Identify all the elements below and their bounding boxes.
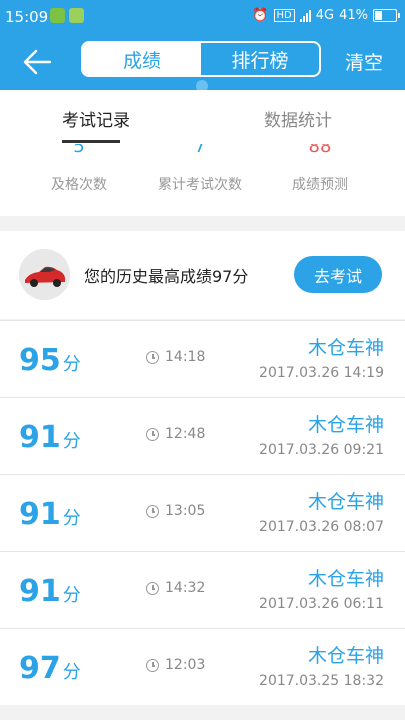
stat-score-prediction: 88 成绩预测	[265, 144, 375, 194]
battery-percent: 41%	[339, 8, 368, 23]
record-name: 木仓车神	[307, 337, 384, 359]
score-value: 91	[19, 420, 61, 455]
app-notification-icon	[50, 8, 65, 23]
stat-pass-count: 5 及格次数	[24, 144, 134, 194]
record-name: 木仓车神	[307, 568, 384, 590]
alarm-icon: ⏰	[252, 8, 269, 23]
record-date: 2017.03.25 18:32	[259, 673, 384, 689]
duration-value: 12:03	[165, 657, 206, 673]
score-unit: 分	[62, 354, 81, 375]
score-unit: 分	[62, 585, 81, 606]
segmented-control: 成绩 排行榜	[81, 41, 321, 77]
record-duration: 14:32	[146, 580, 205, 596]
status-time: 15:09	[5, 8, 49, 26]
duration-value: 14:32	[165, 580, 206, 596]
clear-button[interactable]: 清空	[345, 48, 383, 75]
tab-data-stats[interactable]: 数据统计	[264, 106, 332, 131]
notification-icons	[50, 8, 84, 23]
segment-scores[interactable]: 成绩	[83, 43, 201, 75]
exam-record-list: 95 分 14:18 木仓车神 2017.03.26 14:19 91 分 12:4…	[0, 320, 405, 705]
app-notification-icon	[69, 8, 84, 23]
segment-ranking[interactable]: 排行榜	[201, 43, 319, 75]
stat-total-exams: 7 累计考试次数	[145, 144, 255, 194]
stat-value: 88	[308, 144, 332, 157]
record-name: 木仓车神	[307, 491, 384, 513]
clock-icon	[146, 427, 159, 441]
stat-value: 7	[194, 144, 206, 157]
duration-value: 12:48	[165, 426, 206, 442]
battery-icon	[373, 9, 400, 22]
record-score: 97 分	[19, 651, 81, 686]
take-exam-button[interactable]: 去考试	[294, 256, 382, 293]
score-unit: 分	[62, 508, 81, 529]
record-row[interactable]: 91 分 13:05 木仓车神 2017.03.26 08:07	[0, 474, 405, 551]
avatar	[19, 249, 70, 300]
status-bar: 15:09 ⏰ HD 4G 41%	[0, 0, 405, 34]
record-duration: 13:05	[146, 503, 205, 519]
score-value: 95	[19, 343, 61, 378]
record-duration: 12:48	[146, 426, 205, 442]
record-row[interactable]: 91 分 14:32 木仓车神 2017.03.26 06:11	[0, 551, 405, 628]
network-type: 4G	[315, 8, 335, 23]
tab-indicator	[62, 140, 120, 143]
record-date: 2017.03.26 14:19	[259, 365, 384, 381]
battery-fill	[375, 11, 382, 20]
stat-label: 累计考试次数	[158, 177, 242, 193]
duration-value: 14:18	[165, 349, 206, 365]
clock-icon	[146, 658, 159, 672]
record-duration: 12:03	[146, 657, 205, 673]
clock-icon	[146, 504, 159, 518]
record-score: 91 分	[19, 497, 81, 532]
score-value: 91	[19, 574, 61, 609]
record-score: 91 分	[19, 574, 81, 609]
score-value: 91	[19, 497, 61, 532]
stat-label: 成绩预测	[292, 177, 348, 193]
record-date: 2017.03.26 06:11	[259, 596, 384, 612]
app-header: 成绩 排行榜 清空	[0, 34, 405, 92]
stat-value: 5	[73, 144, 85, 157]
back-arrow-icon[interactable]	[22, 48, 52, 76]
signal-icon	[299, 9, 311, 22]
clock-icon	[146, 350, 159, 364]
hd-icon: HD	[273, 9, 295, 22]
record-row[interactable]: 97 分 12:03 木仓车神 2017.03.25 18:32	[0, 628, 405, 705]
score-unit: 分	[62, 431, 81, 452]
record-row[interactable]: 95 分 14:18 木仓车神 2017.03.26 14:19	[0, 320, 405, 397]
duration-value: 13:05	[165, 503, 206, 519]
record-row[interactable]: 91 分 12:48 木仓车神 2017.03.26 09:21	[0, 397, 405, 474]
status-right: ⏰ HD 4G 41%	[252, 8, 400, 23]
record-name: 木仓车神	[307, 414, 384, 436]
score-value: 97	[19, 651, 61, 686]
record-date: 2017.03.26 08:07	[259, 519, 384, 535]
best-score-text: 您的历史最高成绩97分	[84, 267, 249, 286]
car-avatar-icon	[19, 249, 70, 300]
score-unit: 分	[62, 662, 81, 683]
record-name: 木仓车神	[307, 645, 384, 667]
record-duration: 14:18	[146, 349, 205, 365]
record-date: 2017.03.26 09:21	[259, 442, 384, 458]
stat-label: 及格次数	[51, 177, 107, 193]
best-score-card: 您的历史最高成绩97分 去考试	[0, 231, 405, 319]
stats-panel: 5 及格次数 7 累计考试次数 88 成绩预测	[0, 144, 405, 216]
tab-exam-records[interactable]: 考试记录	[62, 106, 130, 131]
record-score: 91 分	[19, 420, 81, 455]
tab-bar: 考试记录 数据统计	[0, 90, 405, 144]
clock-icon	[146, 581, 159, 595]
record-score: 95 分	[19, 343, 81, 378]
